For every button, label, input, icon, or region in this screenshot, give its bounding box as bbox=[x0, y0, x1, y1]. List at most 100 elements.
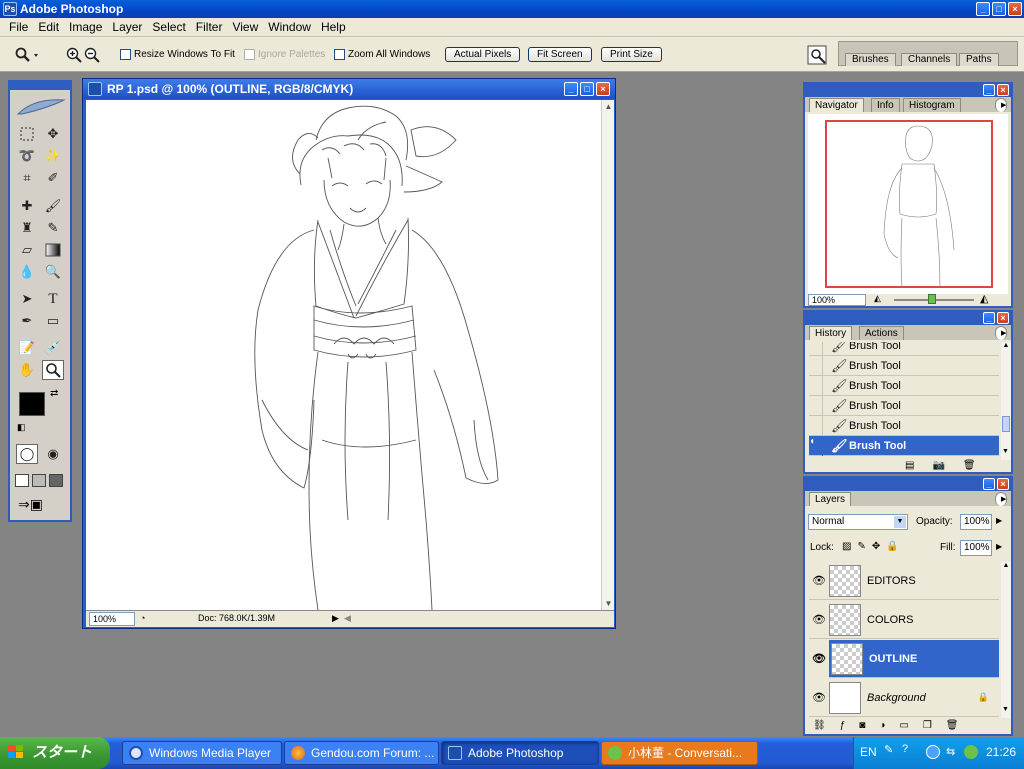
history-scroll-up-arrow[interactable]: ▲ bbox=[1001, 342, 1011, 349]
history-titlebar[interactable]: _ × bbox=[805, 312, 1011, 325]
gradient-tool-icon[interactable] bbox=[42, 240, 64, 260]
eyedropper-tool-icon[interactable]: 💉 bbox=[42, 338, 64, 358]
zoom-in-icon[interactable] bbox=[66, 47, 82, 63]
close-button[interactable]: × bbox=[1008, 2, 1022, 16]
status-arrow-icon[interactable]: ▶ bbox=[332, 613, 339, 624]
document-vertical-scrollbar[interactable]: ▲ ▼ bbox=[601, 100, 614, 610]
status-menu-icon[interactable]: ◔ bbox=[140, 613, 145, 623]
eraser-tool-icon[interactable]: ▱ bbox=[16, 240, 38, 260]
tab-layers[interactable]: Layers bbox=[809, 492, 852, 506]
opacity-field[interactable]: 100% bbox=[960, 514, 992, 530]
tab-actions[interactable]: Actions bbox=[859, 326, 904, 340]
layers-scroll-up-arrow[interactable]: ▲ bbox=[1001, 562, 1011, 569]
scroll-left-arrow[interactable]: ◀ bbox=[344, 613, 351, 624]
brush-tool-icon[interactable]: 🖌 bbox=[42, 196, 64, 216]
history-scroll-thumb[interactable] bbox=[1002, 416, 1010, 432]
layers-close-button[interactable]: × bbox=[997, 478, 1009, 490]
menu-image[interactable]: Image bbox=[64, 20, 107, 34]
task-windows-media-player[interactable]: Windows Media Player bbox=[122, 741, 282, 765]
actual-pixels-button[interactable]: Actual Pixels bbox=[445, 47, 521, 62]
maximize-button[interactable]: □ bbox=[992, 2, 1006, 16]
print-size-button[interactable]: Print Size bbox=[601, 47, 662, 62]
tab-channels[interactable]: Channels bbox=[901, 53, 958, 66]
navigator-zoom-in-icon[interactable]: ◭ bbox=[980, 292, 988, 305]
app-title-bar[interactable]: Ps Adobe Photoshop _ □ × bbox=[0, 0, 1024, 18]
history-item[interactable]: 🖌 Brush Tool bbox=[809, 342, 999, 356]
fill-field[interactable]: 100% bbox=[960, 540, 992, 556]
layer-row[interactable]: 👁 Background 🔒 bbox=[809, 679, 999, 717]
standard-mode-icon[interactable]: ◯ bbox=[16, 444, 38, 464]
navigator-menu-icon[interactable]: ▶ bbox=[995, 98, 1007, 112]
zoom-out-icon[interactable] bbox=[84, 47, 100, 63]
healing-brush-tool-icon[interactable]: ✚ bbox=[16, 196, 38, 216]
document-titlebar[interactable]: RP 1.psd @ 100% (OUTLINE, RGB/8/CMYK) _ … bbox=[83, 79, 615, 99]
menu-view[interactable]: View bbox=[227, 20, 263, 34]
history-minimize-button[interactable]: _ bbox=[983, 312, 995, 324]
screen-mode-full-icon[interactable] bbox=[49, 474, 63, 487]
screen-mode-full-menu-icon[interactable] bbox=[32, 474, 46, 487]
menu-window[interactable]: Window bbox=[263, 20, 316, 34]
history-item[interactable]: 🖌 Brush Tool bbox=[809, 375, 999, 396]
lasso-tool-icon[interactable]: ➰ bbox=[16, 146, 38, 166]
marquee-tool-icon[interactable] bbox=[16, 124, 38, 144]
scroll-up-arrow[interactable]: ▲ bbox=[602, 100, 615, 113]
move-tool-icon[interactable]: ✥ bbox=[42, 124, 64, 144]
new-snapshot-icon[interactable]: 📷 bbox=[932, 460, 944, 471]
fit-screen-button[interactable]: Fit Screen bbox=[528, 47, 592, 62]
default-colors-icon[interactable]: ◧ bbox=[17, 422, 26, 433]
layers-scroll-down-arrow[interactable]: ▼ bbox=[1002, 706, 1009, 713]
jump-to-imageready-icon[interactable]: ⇒▣ bbox=[18, 496, 43, 513]
document-canvas[interactable] bbox=[86, 100, 601, 611]
eye-icon[interactable]: 👁 bbox=[809, 613, 829, 626]
menu-select[interactable]: Select bbox=[147, 20, 190, 34]
delete-layer-icon[interactable]: 🗑 bbox=[946, 720, 959, 731]
doc-minimize-button[interactable]: _ bbox=[564, 82, 578, 96]
eye-icon[interactable]: 👁 bbox=[809, 639, 829, 678]
history-scrollbar[interactable]: ▲ ▼ bbox=[1001, 342, 1011, 460]
layers-menu-icon[interactable]: ▶ bbox=[995, 492, 1007, 506]
layers-minimize-button[interactable]: _ bbox=[983, 478, 995, 490]
new-group-icon[interactable]: ▭ bbox=[899, 720, 908, 731]
hand-tool-icon[interactable]: ✋ bbox=[16, 360, 38, 380]
language-indicator[interactable]: EN bbox=[860, 745, 877, 759]
layer-row[interactable]: 👁 EDITORS bbox=[809, 562, 999, 600]
resize-windows-checkbox[interactable]: Resize Windows To Fit bbox=[120, 37, 235, 72]
eye-icon[interactable]: 👁 bbox=[809, 691, 829, 704]
history-close-button[interactable]: × bbox=[997, 312, 1009, 324]
history-item[interactable]: 🖌 Brush Tool bbox=[809, 395, 999, 416]
menu-edit[interactable]: Edit bbox=[33, 20, 64, 34]
history-item[interactable]: 🖌 Brush Tool bbox=[809, 355, 999, 376]
navigator-titlebar[interactable]: _ × bbox=[805, 84, 1011, 97]
lock-position-icon[interactable]: ✥ bbox=[872, 541, 880, 552]
slice-tool-icon[interactable]: ✐ bbox=[42, 168, 64, 188]
document-zoom-field[interactable]: 100% bbox=[89, 612, 135, 626]
new-layer-icon[interactable]: ❐ bbox=[923, 720, 932, 731]
navigator-close-button[interactable]: × bbox=[997, 84, 1009, 96]
tool-preset-picker[interactable] bbox=[14, 37, 40, 72]
task-adobe-photoshop[interactable]: Adobe Photoshop bbox=[441, 741, 599, 765]
add-mask-icon[interactable]: ◙ bbox=[859, 720, 865, 731]
clock[interactable]: 21:26 bbox=[986, 745, 1016, 759]
tab-paths[interactable]: Paths bbox=[959, 53, 999, 66]
magic-wand-tool-icon[interactable]: ✨ bbox=[42, 146, 64, 166]
scroll-down-arrow[interactable]: ▼ bbox=[602, 597, 615, 610]
doc-maximize-button[interactable]: □ bbox=[580, 82, 594, 96]
tray-arrow-icon[interactable] bbox=[926, 745, 940, 759]
fill-slider-arrow[interactable]: ▶ bbox=[996, 542, 1002, 551]
dodge-tool-icon[interactable]: 🔍 bbox=[42, 262, 64, 282]
eye-icon[interactable]: 👁 bbox=[809, 574, 829, 587]
history-item-selected[interactable]: ◖ 🖌 Brush Tool bbox=[809, 435, 999, 456]
history-menu-icon[interactable]: ▶ bbox=[995, 326, 1007, 340]
navigator-preview[interactable] bbox=[808, 114, 1008, 294]
file-browser-button[interactable] bbox=[806, 37, 830, 72]
zoom-tool-icon[interactable] bbox=[42, 360, 64, 380]
delete-state-icon[interactable]: 🗑 bbox=[963, 460, 976, 471]
layers-scrollbar[interactable]: ▲ ▼ bbox=[1001, 562, 1011, 718]
history-brush-tool-icon[interactable]: ✎ bbox=[42, 218, 64, 238]
layer-row-selected[interactable]: 👁 OUTLINE bbox=[809, 639, 999, 678]
tab-navigator[interactable]: Navigator bbox=[809, 98, 864, 112]
lock-transparency-icon[interactable]: ▨ bbox=[842, 541, 851, 552]
zoom-all-windows-checkbox[interactable]: Zoom All Windows bbox=[334, 37, 430, 72]
pen-tool-icon[interactable]: ✒ bbox=[16, 311, 38, 331]
screen-mode-standard-icon[interactable] bbox=[15, 474, 29, 487]
